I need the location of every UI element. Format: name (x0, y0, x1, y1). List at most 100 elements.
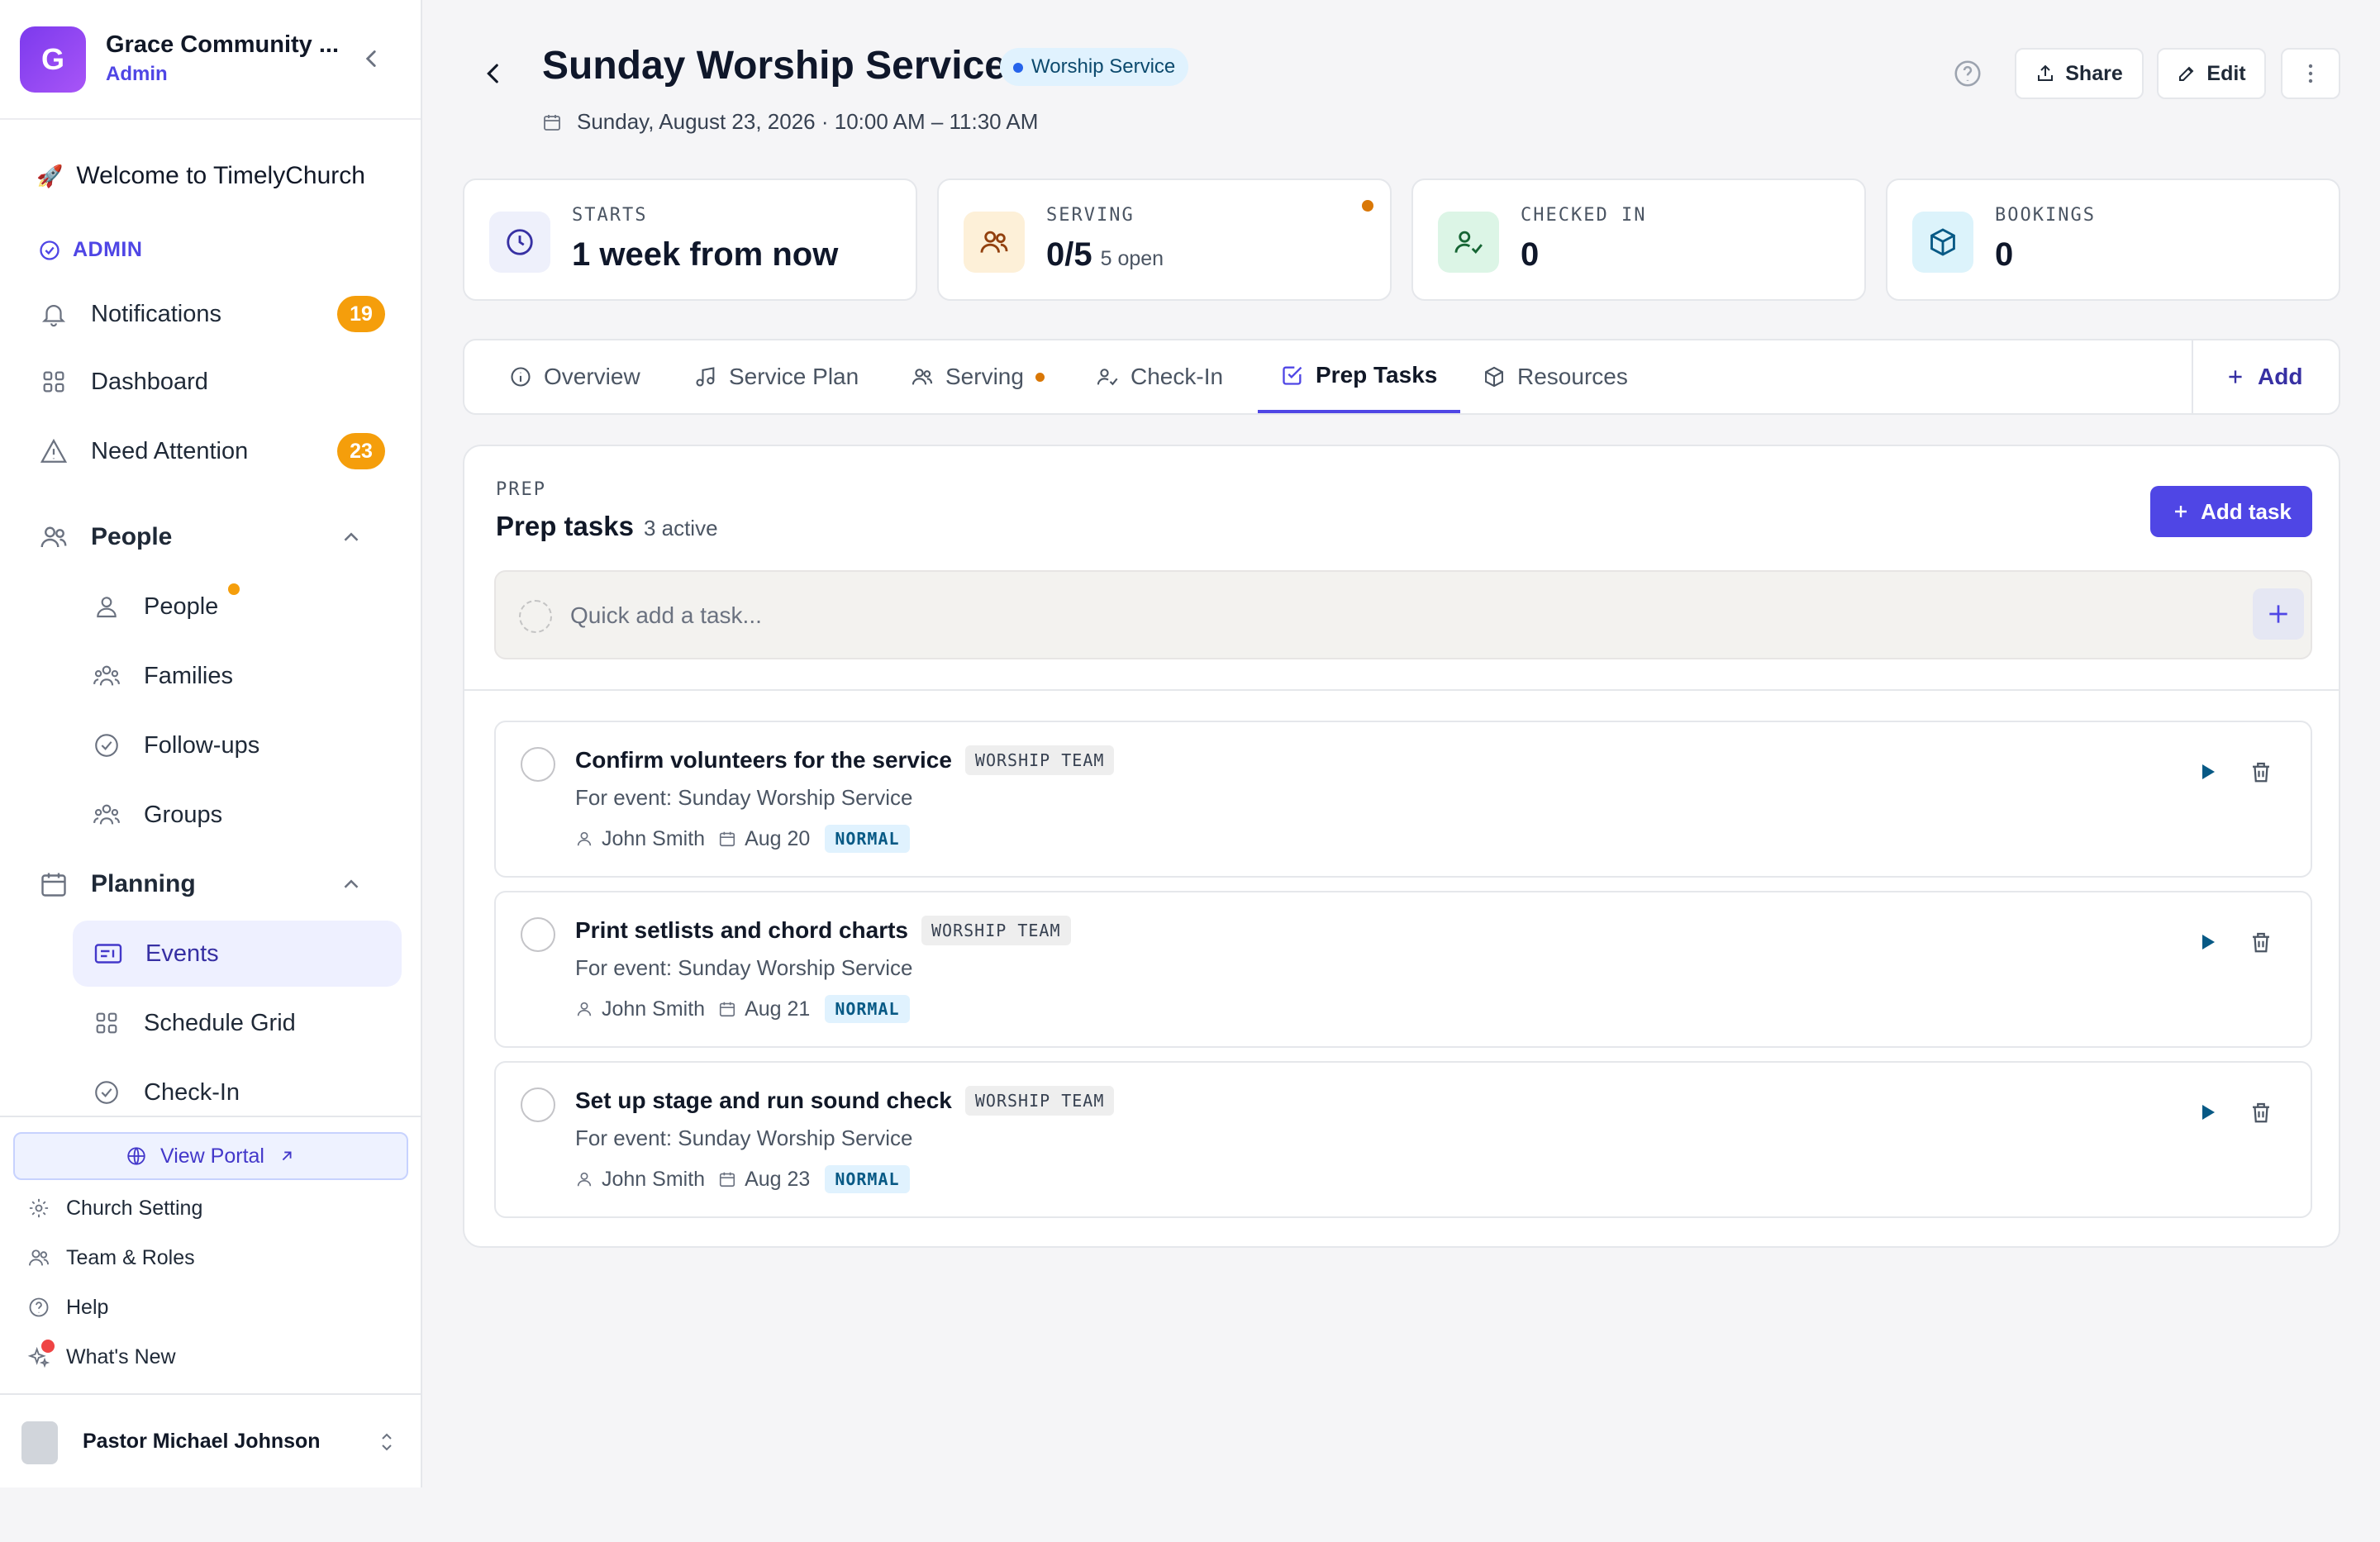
user-check-icon (1438, 212, 1499, 273)
footer-item-label: Church Setting (66, 1196, 203, 1220)
sidebar-item-label: Notifications (91, 300, 221, 327)
plus-icon (2269, 605, 2287, 623)
quick-add-input[interactable] (570, 597, 2140, 635)
tab-prep-tasks[interactable]: Prep Tasks (1258, 340, 1461, 413)
add-task-button[interactable]: Add task (2150, 486, 2312, 537)
sidebar-item-groups[interactable]: Groups (91, 790, 401, 840)
tab-service-plan[interactable]: Service Plan (694, 340, 859, 413)
clock-icon (489, 212, 550, 273)
trash-icon (2253, 1102, 2269, 1123)
sidebar-item-follow-ups[interactable]: Follow-ups (91, 721, 401, 770)
share-button[interactable]: Share (2015, 48, 2144, 99)
stat-card-serving: SERVING 0/5 5 open (937, 178, 1392, 301)
task-due-date: Aug 20 (745, 826, 811, 850)
welcome-link[interactable]: 🚀 Welcome to TimelyChurch (36, 162, 365, 190)
user-icon (577, 831, 592, 846)
start-task-button[interactable] (2192, 926, 2225, 959)
tab-label: Check-In (1130, 364, 1224, 389)
sidebar-item-dashboard[interactable]: Dashboard (38, 357, 385, 407)
panel-divider (464, 689, 2339, 691)
sidebar-divider (0, 1116, 421, 1117)
sidebar-section-people[interactable]: People (38, 512, 385, 562)
task-event: For event: Sunday Worship Service (575, 955, 913, 980)
task-assignee: John Smith (602, 997, 706, 1021)
sidebar: G Grace Community ... Admin 🚀 Welcome to … (0, 0, 422, 1487)
stat-card-starts: STARTS 1 week from now (463, 178, 917, 301)
task-complete-checkbox[interactable] (521, 747, 555, 782)
task-meta: John Smith Aug 23 NORMAL (575, 1165, 910, 1193)
box-icon (1485, 366, 1503, 388)
tab-check-in[interactable]: Check-In (1096, 340, 1223, 413)
admin-section-label: ADMIN (38, 238, 142, 262)
calendar-icon (544, 114, 560, 131)
sidebar-item-check-in[interactable]: Check-In (91, 1068, 401, 1117)
add-button[interactable]: Add (2225, 340, 2302, 413)
footer-item-whats-new[interactable]: What's New (26, 1339, 176, 1375)
sidebar-item-people[interactable]: People (91, 582, 401, 631)
sidebar-section-planning[interactable]: Planning (38, 859, 385, 909)
serving-count: 0/5 (1046, 236, 1092, 273)
view-portal-button[interactable]: View Portal (13, 1132, 408, 1180)
admin-label-text: ADMIN (73, 238, 143, 261)
chevron-up-icon (344, 879, 359, 888)
church-switcher[interactable]: G Grace Community ... Admin (0, 0, 421, 120)
task-complete-checkbox[interactable] (521, 1087, 555, 1122)
church-name: Grace Community ... (106, 31, 340, 58)
globe-icon (127, 1147, 145, 1165)
sparkle-icon (26, 1340, 55, 1369)
task-item: Set up stage and run sound check WORSHIP … (494, 1061, 2312, 1218)
add-task-label: Add task (2201, 498, 2292, 524)
sidebar-item-notifications[interactable]: Notifications 19 (38, 289, 385, 339)
stat-card-bookings: BOOKINGS 0 (1886, 178, 2340, 301)
tab-serving[interactable]: Serving (911, 340, 1045, 413)
sidebar-item-label: Follow-ups (144, 731, 260, 759)
box-icon (1912, 212, 1973, 273)
footer-item-label: Help (66, 1295, 109, 1319)
edit-button[interactable]: Edit (2157, 48, 2266, 99)
tab-resources[interactable]: Resources (1483, 340, 1628, 413)
delete-task-button[interactable] (2244, 755, 2278, 788)
stat-label: SERVING (1046, 205, 1135, 226)
plus-icon (2229, 370, 2242, 383)
quick-add-button[interactable] (2253, 588, 2304, 640)
sidebar-item-label: Schedule Grid (144, 1009, 296, 1036)
sidebar-item-need-attention[interactable]: Need Attention 23 (38, 426, 385, 476)
sidebar-item-label: Groups (144, 801, 223, 828)
play-icon (2202, 935, 2215, 949)
tab-label: Serving (945, 364, 1024, 389)
delete-task-button[interactable] (2244, 926, 2278, 959)
calendar-icon (719, 1172, 735, 1187)
serving-tab-dot (1035, 372, 1045, 382)
task-complete-checkbox[interactable] (521, 917, 555, 952)
sidebar-item-families[interactable]: Families (91, 651, 401, 701)
delete-task-button[interactable] (2244, 1096, 2278, 1129)
stat-value: 0/5 5 open (1046, 236, 1164, 274)
footer-item-church-setting[interactable]: Church Setting (26, 1190, 202, 1226)
footer-item-help[interactable]: Help (26, 1289, 108, 1325)
stat-card-checked-in: CHECKED IN 0 (1411, 178, 1866, 301)
more-options-button[interactable] (2281, 48, 2340, 99)
user-menu[interactable]: Pastor Michael Johnson (0, 1393, 421, 1487)
groups-icon (91, 799, 122, 830)
stat-value: 0 (1995, 236, 2014, 273)
tab-overview[interactable]: Overview (509, 340, 640, 413)
sidebar-item-schedule-grid[interactable]: Schedule Grid (91, 998, 401, 1048)
calendar-icon (38, 869, 69, 900)
task-assignee: John Smith (602, 826, 706, 850)
sidebar-item-events[interactable]: Events (73, 921, 402, 987)
users-icon (26, 1245, 51, 1270)
collapse-sidebar-icon[interactable] (357, 45, 385, 73)
task-title: Confirm volunteers for the service WORSHI… (575, 745, 1115, 775)
task-title-text: Print setlists and chord charts (575, 917, 908, 943)
footer-item-team-roles[interactable]: Team & Roles (26, 1240, 195, 1276)
active-count: 3 active (643, 516, 718, 540)
task-title: Set up stage and run sound check WORSHIP … (575, 1086, 1115, 1116)
gear-icon (26, 1196, 51, 1221)
stat-label: STARTS (572, 205, 648, 226)
start-task-button[interactable] (2192, 755, 2225, 788)
help-circle-icon[interactable] (1952, 58, 1983, 89)
back-arrow-icon[interactable] (479, 59, 507, 88)
user-icon (577, 1002, 592, 1016)
start-task-button[interactable] (2192, 1096, 2225, 1129)
people-new-dot (228, 583, 240, 595)
